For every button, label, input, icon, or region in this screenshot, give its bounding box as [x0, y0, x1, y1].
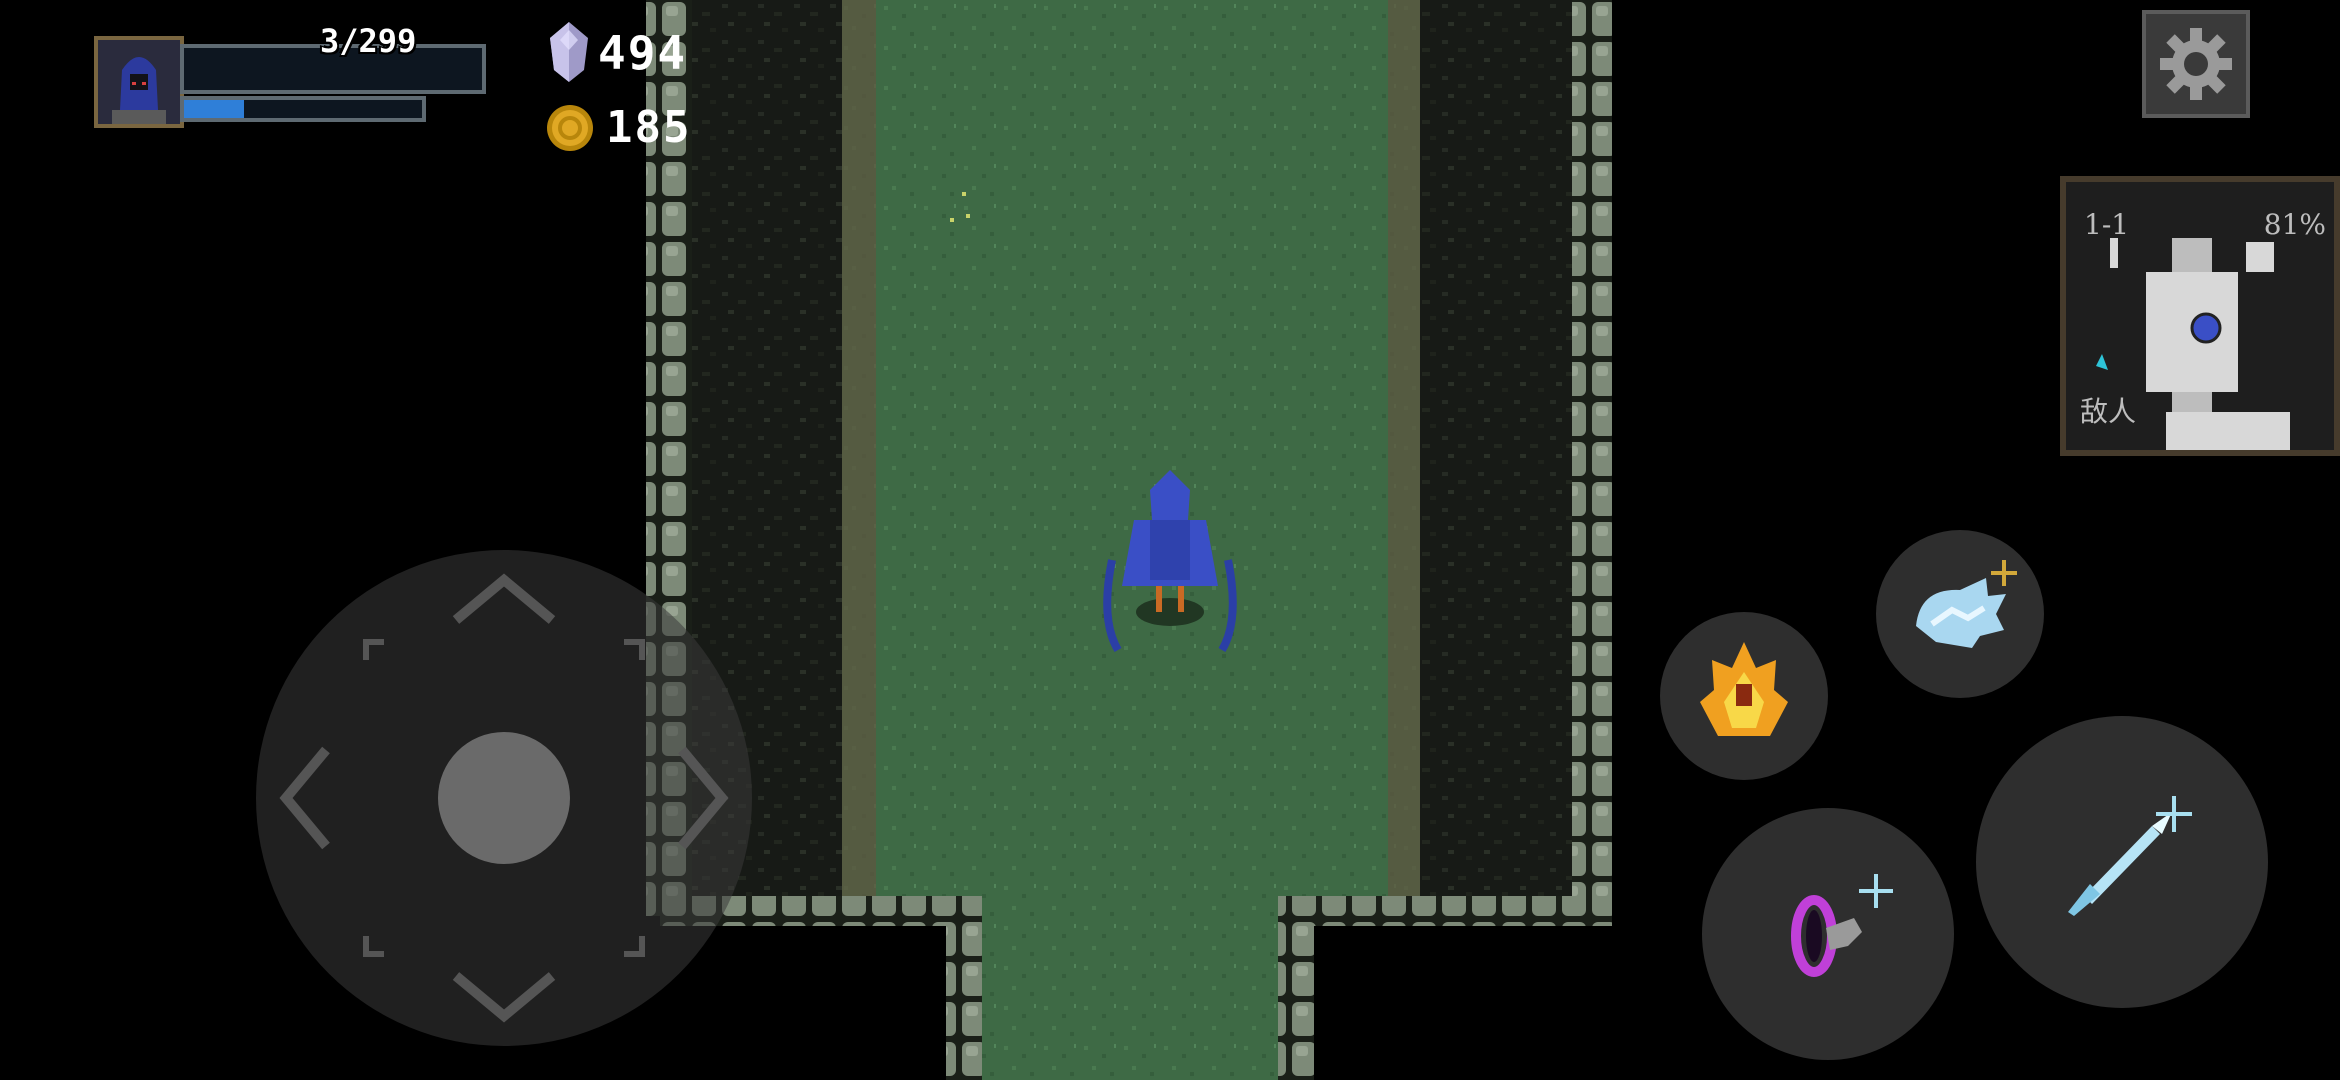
mana-bar	[180, 96, 426, 122]
joystick-thumb	[438, 732, 570, 864]
coin-count: 185	[606, 102, 692, 153]
gem-count: 494	[598, 26, 688, 80]
health-text: 3/299	[320, 22, 417, 60]
fireball-icon	[1700, 642, 1788, 736]
dash-skill-button[interactable]	[1702, 808, 1954, 1060]
movement-joystick[interactable]	[256, 550, 752, 1046]
settings-button[interactable]	[2142, 10, 2250, 118]
coin-icon	[547, 105, 593, 151]
mana-fill	[184, 100, 244, 118]
frost-skill-button[interactable]	[1876, 530, 2044, 698]
frost-claw-icon	[1916, 560, 2017, 648]
minimap-enemy-label: 敌人	[2080, 395, 2137, 428]
gear-icon	[2160, 28, 2232, 100]
attack-button[interactable]	[1976, 716, 2268, 1008]
minimap[interactable]: 1-1 81% 敌人	[2060, 176, 2340, 456]
ice-spear-icon	[2068, 796, 2192, 916]
minimap-level: 1-1	[2084, 208, 2130, 241]
minimap-explored-percent: 81%	[2263, 208, 2326, 241]
gem-icon	[550, 22, 588, 82]
fire-skill-button[interactable]	[1660, 612, 1828, 780]
hero-portrait[interactable]	[94, 36, 184, 128]
dash-portal-icon	[1791, 874, 1893, 977]
